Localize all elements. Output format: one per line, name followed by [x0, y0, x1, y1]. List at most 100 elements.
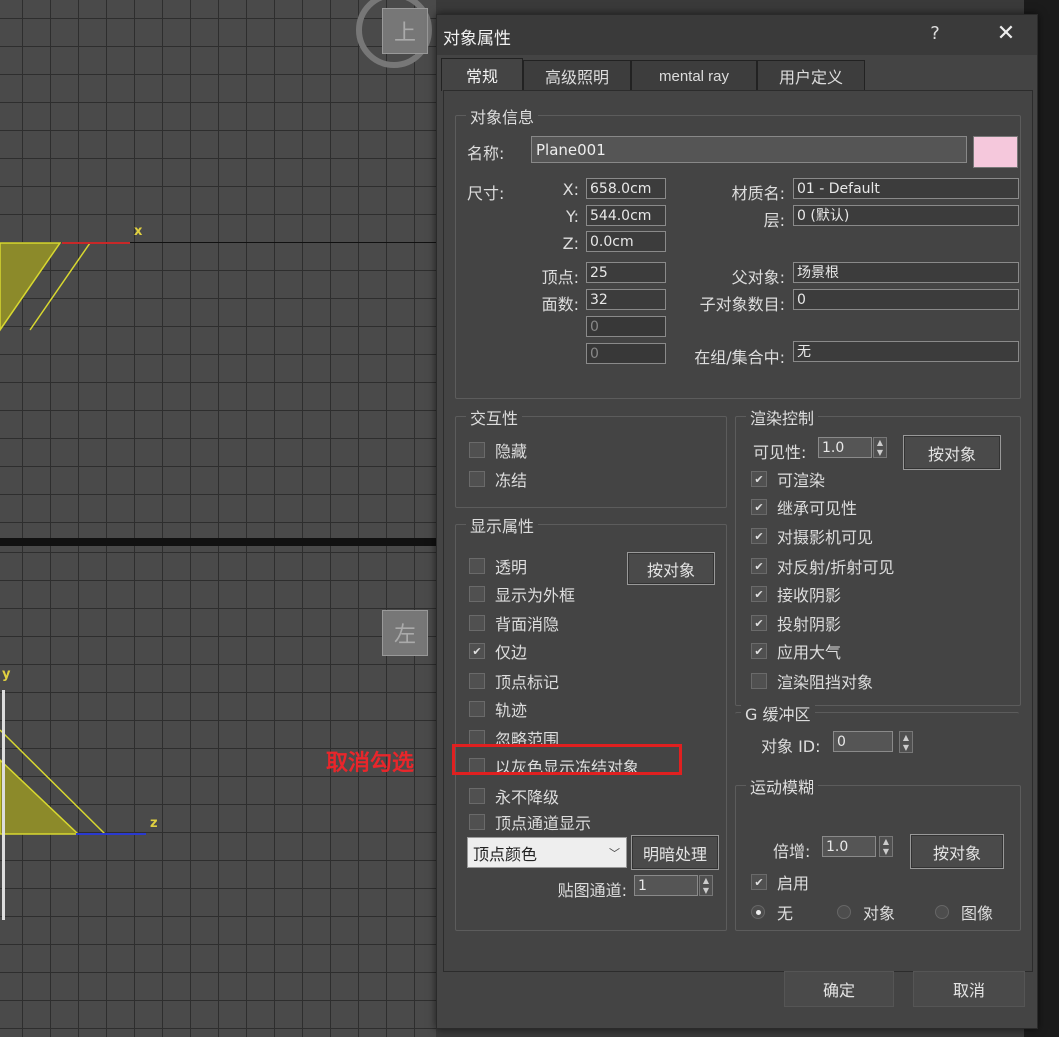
hide-checkbox[interactable]: 隐藏 — [469, 438, 527, 462]
trajectory-checkbox[interactable]: 轨迹 — [469, 697, 527, 721]
checkbox-box[interactable] — [469, 558, 485, 574]
check-icon[interactable]: ✔ — [751, 874, 767, 890]
edges-only-checkbox[interactable]: ✔ 仅边 — [469, 639, 527, 663]
multiplier-field[interactable]: 1.0 — [822, 836, 876, 857]
checkbox-box[interactable] — [469, 442, 485, 458]
display-as-box-checkbox[interactable]: 显示为外框 — [469, 582, 575, 606]
inherit-visibility-checkbox[interactable]: ✔ 继承可见性 — [751, 495, 857, 519]
grid-center-line — [130, 242, 436, 243]
motion-blur-enabled-label: 启用 — [777, 874, 810, 893]
title-bar[interactable]: 对象属性 ? ✕ — [437, 15, 1037, 55]
vertices-label: 顶点: — [541, 268, 579, 287]
map-channel-field[interactable]: 1 — [634, 875, 698, 896]
spinner-down-icon[interactable]: ▼ — [903, 743, 909, 752]
renderable-checkbox[interactable]: ✔ 可渲染 — [751, 467, 825, 491]
render-occluded-checkbox[interactable]: 渲染阻挡对象 — [751, 669, 873, 693]
spinner-up-icon[interactable]: ▲ — [883, 837, 889, 846]
check-icon[interactable]: ✔ — [751, 615, 767, 631]
cast-shadows-label: 投射阴影 — [777, 615, 842, 634]
viewcube-top[interactable]: 上 — [382, 8, 428, 54]
spinner-up-icon[interactable]: ▲ — [903, 733, 909, 742]
spinner-down-icon[interactable]: ▼ — [883, 847, 889, 856]
freeze-checkbox[interactable]: 冻结 — [469, 467, 527, 491]
check-icon[interactable]: ✔ — [751, 471, 767, 487]
vertex-color-select[interactable]: 顶点颜色 ﹀ — [467, 837, 627, 868]
checkbox-box[interactable] — [469, 788, 485, 804]
motion-blur-object-radio[interactable]: 对象 — [837, 900, 895, 924]
checkbox-box[interactable] — [469, 814, 485, 830]
cancel-button[interactable]: 取消 — [913, 971, 1025, 1007]
visible-to-reflection-checkbox[interactable]: ✔ 对反射/折射可见 — [751, 554, 894, 578]
check-icon[interactable]: ✔ — [751, 586, 767, 602]
object-info-title: 对象信息 — [466, 104, 539, 128]
layer-label: 层: — [763, 211, 785, 230]
receive-shadows-checkbox[interactable]: ✔ 接收阴影 — [751, 582, 841, 606]
extra-count-field-2: 0 — [586, 343, 666, 364]
radio-selected-icon[interactable] — [751, 905, 765, 919]
spinner-up-icon[interactable]: ▲ — [877, 438, 883, 447]
shaded-button[interactable]: 明暗处理 — [631, 835, 719, 870]
motion-blur-by-object-button[interactable]: 按对象 — [910, 834, 1004, 869]
check-icon[interactable]: ✔ — [469, 643, 485, 659]
never-degrade-label: 永不降级 — [495, 788, 560, 807]
checkbox-box[interactable] — [469, 701, 485, 717]
render-control-title: 渲染控制 — [746, 405, 819, 429]
help-button[interactable]: ? — [923, 23, 947, 44]
vertex-ticks-checkbox[interactable]: 顶点标记 — [469, 669, 559, 693]
checkbox-box[interactable] — [751, 673, 767, 689]
check-icon[interactable]: ✔ — [751, 643, 767, 659]
display-as-box-label: 显示为外框 — [495, 586, 576, 605]
cast-shadows-checkbox[interactable]: ✔ 投射阴影 — [751, 611, 841, 635]
motion-blur-none-label: 无 — [777, 904, 794, 923]
map-channel-spinner[interactable]: ▲ ▼ — [699, 875, 713, 896]
visible-to-reflection-label: 对反射/折射可见 — [777, 558, 895, 577]
children-label: 子对象数目: — [699, 295, 785, 314]
inherit-visibility-label: 继承可见性 — [777, 499, 858, 518]
viewport-divider — [0, 538, 436, 546]
y-axis-line — [2, 690, 5, 920]
apply-atmospherics-checkbox[interactable]: ✔ 应用大气 — [751, 639, 841, 663]
tab-mental-ray[interactable]: mental ray — [631, 60, 757, 91]
checkbox-box[interactable] — [469, 471, 485, 487]
motion-blur-image-radio[interactable]: 图像 — [935, 900, 993, 924]
spinner-down-icon[interactable]: ▼ — [877, 448, 883, 457]
never-degrade-checkbox[interactable]: 永不降级 — [469, 784, 559, 808]
visibility-field[interactable]: 1.0 — [818, 437, 872, 458]
motion-blur-enabled-checkbox[interactable]: ✔ 启用 — [751, 870, 809, 894]
ok-button[interactable]: 确定 — [784, 971, 894, 1007]
plane-object-left — [0, 729, 106, 835]
spinner-down-icon[interactable]: ▼ — [703, 886, 709, 895]
radio-icon[interactable] — [837, 905, 851, 919]
dialog-title: 对象属性 — [443, 29, 511, 49]
tab-advanced-lighting[interactable]: 高级照明 — [523, 60, 631, 91]
check-icon[interactable]: ✔ — [751, 499, 767, 515]
see-through-checkbox[interactable]: 透明 — [469, 554, 527, 578]
check-icon[interactable]: ✔ — [751, 528, 767, 544]
checkbox-box[interactable] — [469, 586, 485, 602]
vertex-channel-display-checkbox[interactable]: 顶点通道显示 — [469, 810, 591, 834]
backface-cull-checkbox[interactable]: 背面消隐 — [469, 611, 559, 635]
check-icon[interactable]: ✔ — [751, 558, 767, 574]
tab-general[interactable]: 常规 — [441, 58, 523, 91]
visibility-spinner[interactable]: ▲ ▼ — [873, 437, 887, 458]
checkbox-box[interactable] — [469, 615, 485, 631]
tab-user-defined[interactable]: 用户定义 — [757, 60, 865, 91]
radio-icon[interactable] — [935, 905, 949, 919]
motion-blur-title: 运动模糊 — [746, 774, 819, 798]
trajectory-label: 轨迹 — [495, 701, 528, 720]
close-button[interactable]: ✕ — [992, 21, 1020, 46]
object-color-swatch[interactable] — [973, 136, 1018, 168]
spinner-up-icon[interactable]: ▲ — [703, 876, 709, 885]
multiplier-spinner[interactable]: ▲ ▼ — [879, 836, 893, 857]
visible-to-camera-checkbox[interactable]: ✔ 对摄影机可见 — [751, 524, 873, 548]
viewcube-left[interactable]: 左 — [382, 610, 428, 656]
object-id-spinner[interactable]: ▲ ▼ — [899, 731, 913, 753]
checkbox-box[interactable] — [469, 673, 485, 689]
display-by-object-button[interactable]: 按对象 — [627, 552, 715, 585]
layer-field: 0 (默认) — [793, 205, 1019, 226]
render-by-object-button[interactable]: 按对象 — [903, 435, 1001, 470]
name-input[interactable]: Plane001 — [531, 136, 967, 163]
motion-blur-none-radio[interactable]: 无 — [751, 900, 793, 924]
parent-field: 场景根 — [793, 262, 1019, 283]
object-id-field[interactable]: 0 — [833, 731, 893, 752]
